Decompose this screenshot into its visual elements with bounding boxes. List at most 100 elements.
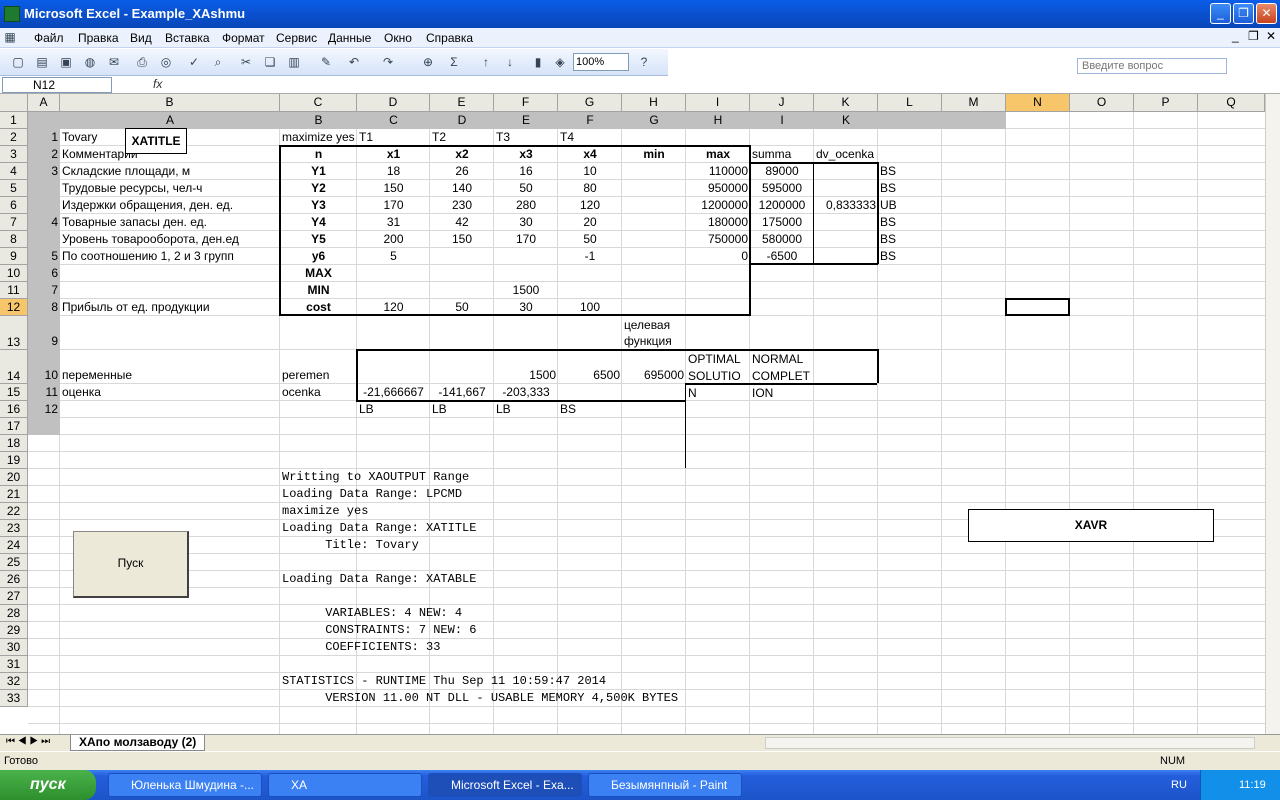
row-header[interactable]: 6 <box>0 197 28 214</box>
row-header[interactable]: 17 <box>0 418 28 435</box>
column-header-e[interactable]: E <box>430 94 494 112</box>
menu-edit[interactable]: Правка <box>78 31 119 45</box>
row-header[interactable]: 25 <box>0 554 28 571</box>
column-header-i[interactable]: I <box>686 94 750 112</box>
row-header[interactable]: 19 <box>0 452 28 469</box>
autosum-icon[interactable]: Σ <box>446 54 462 70</box>
row-header[interactable]: 10 <box>0 265 28 282</box>
cut-icon[interactable]: ✂ <box>238 54 254 70</box>
row-header[interactable]: 14 <box>0 350 28 384</box>
column-header-l[interactable]: L <box>878 94 942 112</box>
column-header-p[interactable]: P <box>1134 94 1198 112</box>
row-header[interactable]: 33 <box>0 690 28 707</box>
column-header-n[interactable]: N <box>1006 94 1070 112</box>
row-header[interactable]: 24 <box>0 537 28 554</box>
row-header[interactable]: 23 <box>0 520 28 537</box>
horizontal-scrollbar[interactable] <box>765 737 1255 749</box>
redo-icon[interactable]: ↷ <box>380 54 396 70</box>
zoom-select[interactable]: 100% <box>573 53 629 71</box>
start-button[interactable]: пуск <box>0 770 96 800</box>
doc-restore-icon[interactable]: ❐ <box>1248 29 1259 43</box>
row-header[interactable]: 3 <box>0 146 28 163</box>
new-icon[interactable]: ▢ <box>10 54 26 70</box>
row-header[interactable]: 16 <box>0 401 28 418</box>
doc-close-icon[interactable]: ✕ <box>1266 29 1276 43</box>
row-header[interactable]: 31 <box>0 656 28 673</box>
close-button[interactable]: ✕ <box>1256 3 1277 24</box>
menu-help[interactable]: Справка <box>426 31 473 45</box>
preview-icon[interactable]: ◎ <box>158 54 174 70</box>
menu-format[interactable]: Формат <box>222 31 265 45</box>
email-icon[interactable]: ✉ <box>106 54 122 70</box>
row-header[interactable]: 13 <box>0 316 28 350</box>
row-header[interactable]: 4 <box>0 163 28 180</box>
ask-question-input[interactable]: Введите вопрос <box>1077 58 1227 74</box>
permission-icon[interactable]: ◍ <box>82 54 98 70</box>
row-header[interactable]: 29 <box>0 622 28 639</box>
sort-ascending-icon[interactable]: ↑ <box>478 54 494 70</box>
maximize-button[interactable]: ❐ <box>1233 3 1254 24</box>
name-box[interactable]: N12 <box>2 77 112 93</box>
row-header[interactable]: 15 <box>0 384 28 401</box>
task-folder[interactable]: XA <box>268 773 422 797</box>
tab-nav-arrows-icon[interactable]: ⏮ ◀ ▶ ⏭ <box>6 736 50 747</box>
hyperlink-icon[interactable]: ⊕ <box>420 54 436 70</box>
column-header-c[interactable]: C <box>280 94 357 112</box>
sort-descending-icon[interactable]: ↓ <box>502 54 518 70</box>
language-indicator[interactable]: RU <box>1171 770 1187 800</box>
row-header[interactable]: 32 <box>0 673 28 690</box>
row-header[interactable]: 18 <box>0 435 28 452</box>
row-header[interactable]: 12 <box>0 299 28 316</box>
row-header[interactable]: 27 <box>0 588 28 605</box>
column-header-a[interactable]: A <box>28 94 60 112</box>
column-header-b[interactable]: B <box>60 94 280 112</box>
row-header[interactable]: 20 <box>0 469 28 486</box>
column-header-o[interactable]: O <box>1070 94 1134 112</box>
row-header[interactable]: 21 <box>0 486 28 503</box>
menu-view[interactable]: Вид <box>130 31 152 45</box>
open-icon[interactable]: ▤ <box>34 54 50 70</box>
copy-icon[interactable]: ❏ <box>262 54 278 70</box>
minimize-button[interactable]: _ <box>1210 3 1231 24</box>
vertical-scrollbar[interactable] <box>1265 94 1280 734</box>
column-header-k[interactable]: K <box>814 94 878 112</box>
column-header-h[interactable]: H <box>622 94 686 112</box>
row-header[interactable]: 30 <box>0 639 28 656</box>
row-header[interactable]: 9 <box>0 248 28 265</box>
paste-icon[interactable]: ▥ <box>286 54 302 70</box>
spelling-icon[interactable]: ✓ <box>186 54 202 70</box>
menu-data[interactable]: Данные <box>328 31 371 45</box>
task-paint[interactable]: Безымянпный - Paint <box>588 773 742 797</box>
drawing-icon[interactable]: ◈ <box>552 54 568 70</box>
row-header[interactable]: 22 <box>0 503 28 520</box>
row-header[interactable]: 8 <box>0 231 28 248</box>
column-header-j[interactable]: J <box>750 94 814 112</box>
column-header-q[interactable]: Q <box>1198 94 1265 112</box>
column-header-m[interactable]: M <box>942 94 1006 112</box>
row-header[interactable]: 1 <box>0 112 28 129</box>
task-excel[interactable]: Microsoft Excel - Exa... <box>428 773 582 797</box>
undo-icon[interactable]: ↶ <box>346 54 362 70</box>
menu-window[interactable]: Окно <box>384 31 412 45</box>
row-header[interactable]: 11 <box>0 282 28 299</box>
menu-file[interactable]: Файл <box>34 31 64 45</box>
task-chrome[interactable]: Юленька Шмудина -... <box>108 773 262 797</box>
row-header[interactable]: 28 <box>0 605 28 622</box>
menu-tools[interactable]: Сервис <box>276 31 317 45</box>
print-icon[interactable]: ⎙ <box>134 54 150 70</box>
tab-sheet[interactable]: ХАпо молзаводу (2) <box>70 735 206 751</box>
chart-wizard-icon[interactable]: ▮ <box>530 54 546 70</box>
select-all-corner[interactable] <box>0 94 28 112</box>
row-header[interactable]: 26 <box>0 571 28 588</box>
research-icon[interactable]: ⌕ <box>210 54 226 70</box>
column-header-f[interactable]: F <box>494 94 558 112</box>
row-header[interactable]: 5 <box>0 180 28 197</box>
column-header-d[interactable]: D <box>357 94 430 112</box>
menu-insert[interactable]: Вставка <box>165 31 210 45</box>
save-icon[interactable]: ▣ <box>58 54 74 70</box>
row-header[interactable]: 7 <box>0 214 28 231</box>
fx-icon[interactable]: fx <box>153 77 162 91</box>
run-button[interactable]: Пуск <box>73 531 189 598</box>
doc-minimize-icon[interactable]: _ <box>1232 29 1239 43</box>
column-header-g[interactable]: G <box>558 94 622 112</box>
